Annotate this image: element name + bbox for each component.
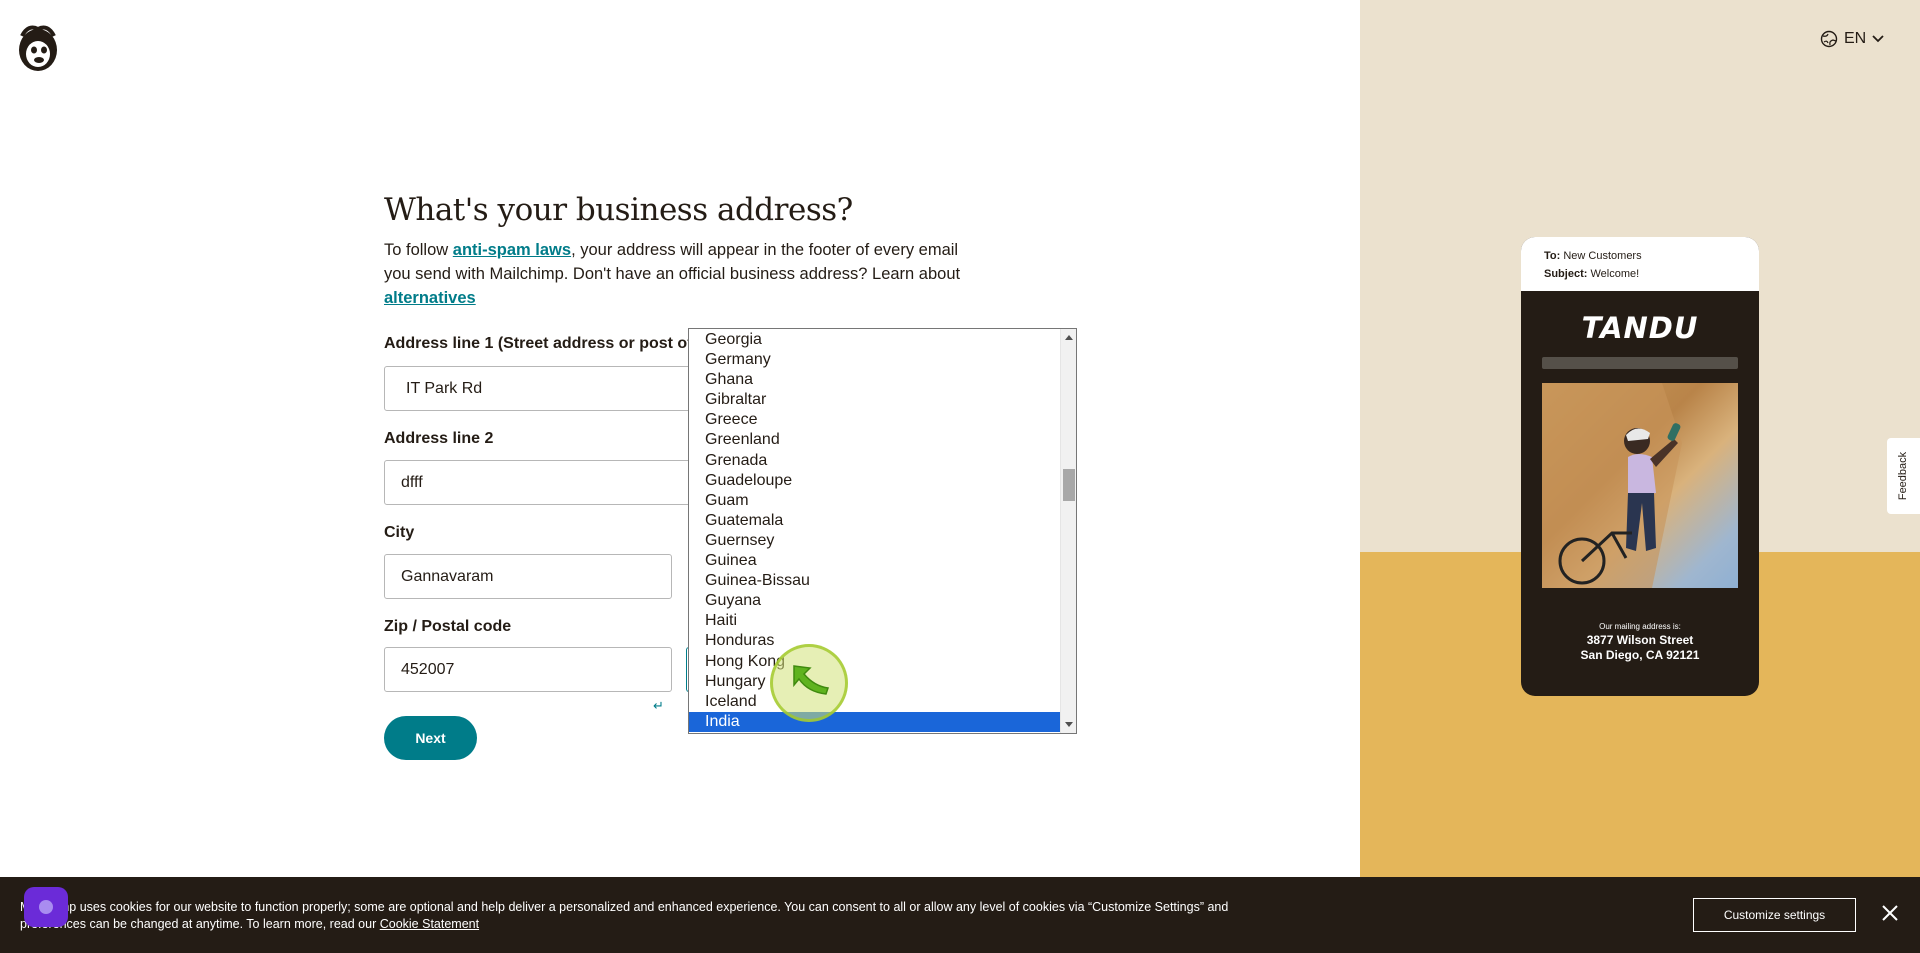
- country-option[interactable]: Ghana: [689, 370, 1060, 390]
- cookie-banner: Mailchimp uses cookies for our website t…: [0, 877, 1920, 953]
- country-option[interactable]: Greenland: [689, 430, 1060, 450]
- address1-label: Address line 1 (Street address or post o…: [384, 335, 698, 352]
- globe-icon: [1820, 30, 1838, 48]
- email-preview-phone: To: New Customers Subject: Welcome! TAND…: [1521, 237, 1759, 696]
- cookie-text-line2: preferences can be changed at anytime. T…: [20, 917, 380, 931]
- country-option[interactable]: Hungary: [689, 672, 1060, 692]
- country-option[interactable]: Hong Kong: [689, 652, 1060, 672]
- country-option[interactable]: Guinea-Bissau: [689, 571, 1060, 591]
- to-value: New Customers: [1563, 250, 1642, 262]
- country-option[interactable]: Guadeloupe: [689, 471, 1060, 491]
- country-option[interactable]: Guinea: [689, 551, 1060, 571]
- mailing-address: Our mailing address is: 3877 Wilson Stre…: [1521, 622, 1759, 663]
- country-option[interactable]: Haiti: [689, 611, 1060, 631]
- address-line1: 3877 Wilson Street: [1586, 633, 1694, 647]
- address2-label: Address line 2: [384, 430, 494, 447]
- country-option[interactable]: Honduras: [689, 631, 1060, 651]
- close-icon[interactable]: [1880, 903, 1900, 923]
- feedback-label: Feedback: [1897, 451, 1910, 501]
- language-selector[interactable]: EN: [1820, 30, 1884, 48]
- address2-input[interactable]: dfff: [384, 460, 704, 505]
- country-option[interactable]: Guernsey: [689, 531, 1060, 551]
- cyclist-photo: [1542, 383, 1738, 588]
- subject-label: Subject:: [1544, 268, 1588, 280]
- zip-input[interactable]: 452007: [384, 647, 672, 692]
- anti-spam-laws-link[interactable]: anti-spam laws: [453, 241, 571, 259]
- country-option[interactable]: Georgia: [689, 330, 1060, 350]
- city-input[interactable]: Gannavaram: [384, 554, 672, 599]
- city-label: City: [384, 524, 415, 541]
- country-option[interactable]: Guam: [689, 491, 1060, 511]
- customize-settings-button[interactable]: Customize settings: [1693, 898, 1856, 932]
- country-dropdown-list[interactable]: Georgia Germany Ghana Gibraltar Greece Greenl…: [688, 328, 1077, 734]
- intro-text: To follow anti-spam laws, your address w…: [384, 238, 984, 310]
- assistant-bubble-icon[interactable]: [24, 887, 68, 927]
- country-option[interactable]: Guyana: [689, 591, 1060, 611]
- address1-input[interactable]: IT Park Rd: [384, 366, 704, 411]
- cursor-arrow-icon: [793, 665, 829, 695]
- cookie-statement-link[interactable]: Cookie Statement: [380, 917, 479, 931]
- country-option[interactable]: Greece: [689, 410, 1060, 430]
- cookie-text-line1: Mailchimp uses cookies for our website t…: [20, 900, 1229, 914]
- next-button[interactable]: Next: [384, 716, 477, 760]
- to-label: To:: [1544, 250, 1561, 262]
- page-title: What's your business address?: [384, 192, 853, 228]
- chevron-down-icon: [1872, 35, 1884, 43]
- enter-hint-icon: ↵: [653, 698, 664, 713]
- mailing-label: Our mailing address is:: [1599, 622, 1681, 631]
- address-form: What's your business address? To follow …: [384, 190, 1004, 310]
- email-header: To: New Customers Subject: Welcome!: [1521, 237, 1759, 291]
- zip-label: Zip / Postal code: [384, 618, 512, 635]
- cookie-text: Mailchimp uses cookies for our website t…: [20, 899, 1280, 933]
- scroll-down-icon[interactable]: [1065, 722, 1073, 727]
- country-option[interactable]: Gibraltar: [689, 390, 1060, 410]
- brand-logo: TANDU: [1581, 311, 1699, 345]
- subject-value: Welcome!: [1590, 268, 1640, 280]
- address-line2: San Diego, CA 92121: [1580, 648, 1700, 662]
- mailchimp-logo-icon[interactable]: [14, 22, 62, 74]
- language-label: EN: [1844, 30, 1867, 47]
- country-option[interactable]: Guatemala: [689, 511, 1060, 531]
- alternatives-link[interactable]: alternatives: [384, 289, 476, 307]
- country-option[interactable]: Grenada: [689, 451, 1060, 471]
- feedback-tab[interactable]: Feedback: [1887, 438, 1920, 514]
- country-option[interactable]: India: [689, 711, 1060, 732]
- country-option[interactable]: Iceland: [689, 692, 1060, 712]
- country-options: Georgia Germany Ghana Gibraltar Greece Greenl…: [689, 329, 1060, 732]
- country-option[interactable]: Germany: [689, 350, 1060, 370]
- scroll-thumb[interactable]: [1063, 469, 1075, 501]
- preview-bar: [1542, 357, 1738, 369]
- intro-text-part: To follow: [384, 241, 453, 259]
- scroll-up-icon[interactable]: [1065, 335, 1073, 340]
- dropdown-scrollbar[interactable]: [1060, 329, 1076, 733]
